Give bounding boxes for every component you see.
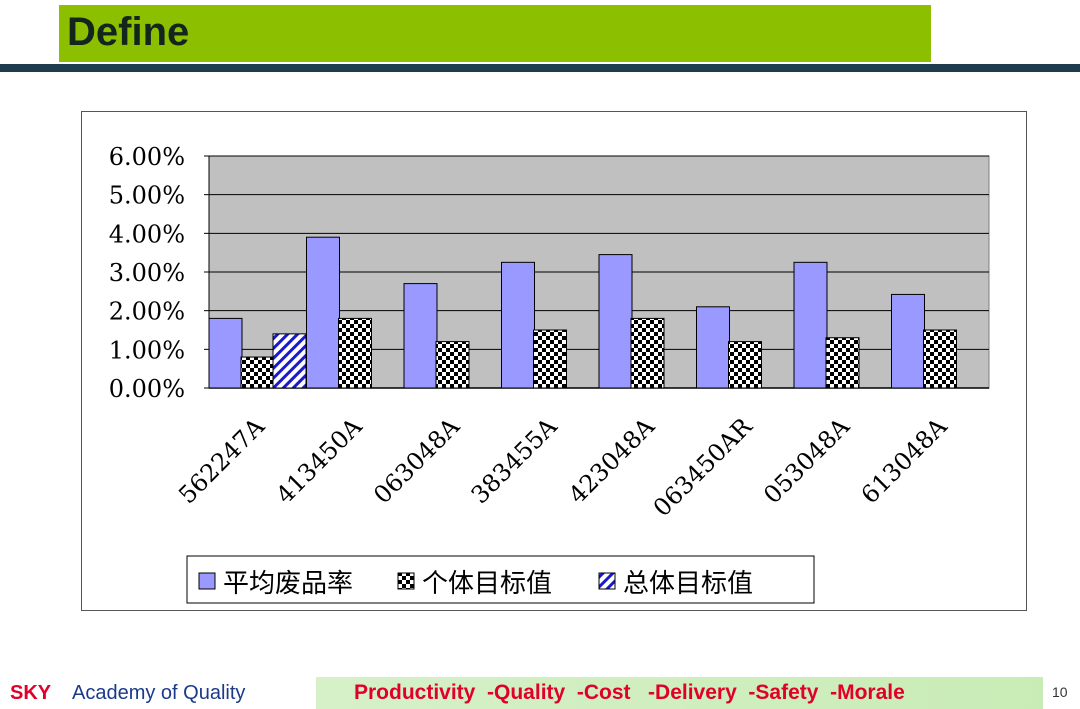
- x-tick-label: 053048A: [758, 412, 855, 509]
- legend-label: 平均废品率: [223, 569, 353, 599]
- footer-slogan: Productivity -Quality -Cost -Delivery -S…: [354, 681, 905, 704]
- legend: 平均废品率 个体目标值 总体目标值: [186, 555, 815, 604]
- y-tick-label: 6.00%: [109, 143, 185, 171]
- footer-brand: SKY: [10, 682, 52, 704]
- bar: [891, 293, 925, 389]
- bar-chart: 0.00% 1.00% 2.00% 3.00% 4.00% 5.00% 6.00% 5622…: [109, 143, 990, 604]
- page-title: Define: [67, 10, 190, 54]
- bar: [501, 261, 535, 389]
- footer-band: Productivity -Quality -Cost -Delivery -S…: [316, 677, 1043, 709]
- legend-swatch: [598, 572, 616, 590]
- bar: [793, 261, 828, 389]
- x-tick-label: 063450AR: [648, 412, 758, 522]
- page-number: 10: [1052, 684, 1068, 700]
- bar: [630, 317, 665, 389]
- bar: [240, 356, 275, 389]
- x-tick-label: 423048A: [563, 412, 660, 509]
- legend-swatch: [198, 572, 216, 590]
- chart-frame: 0.00% 1.00% 2.00% 3.00% 4.00% 5.00% 6.00% 5622…: [81, 111, 1027, 611]
- title-bar: Define: [59, 5, 931, 62]
- legend-label: 个体目标值: [422, 569, 552, 599]
- x-tick-label: 562247A: [173, 412, 270, 509]
- bar: [533, 329, 567, 389]
- bar: [272, 333, 307, 389]
- x-tick-label: 063048A: [368, 412, 465, 509]
- bar: [825, 337, 860, 389]
- bar: [923, 329, 957, 389]
- x-axis-labels: 562247A 413450A 063048A 383455A 423048A06345…: [173, 412, 953, 522]
- x-tick-label: 413450A: [271, 412, 368, 509]
- y-tick-label: 4.00%: [109, 220, 185, 248]
- bar: [435, 341, 470, 389]
- legend-swatch: [397, 572, 415, 590]
- bar: [598, 254, 633, 389]
- y-tick-label: 1.00%: [109, 336, 185, 364]
- bar: [403, 283, 438, 389]
- legend-label: 总体目标值: [623, 569, 753, 599]
- bar: [338, 317, 372, 389]
- y-tick-label: 5.00%: [109, 182, 185, 210]
- bar: [306, 236, 340, 389]
- y-tick-label: 0.00%: [109, 375, 185, 403]
- bar: [728, 341, 762, 389]
- y-tick-label: 3.00%: [109, 259, 185, 287]
- x-tick-label: 383455A: [466, 412, 563, 509]
- y-tick-label: 2.00%: [109, 298, 185, 326]
- title-divider: [0, 64, 1080, 72]
- bar: [696, 306, 730, 389]
- bar: [208, 317, 243, 389]
- x-tick-label: 613048A: [856, 412, 953, 509]
- y-axis-ticks: 0.00% 1.00% 2.00% 3.00% 4.00% 5.00% 6.00%: [109, 143, 185, 403]
- footer-academy: Academy of Quality: [72, 682, 246, 704]
